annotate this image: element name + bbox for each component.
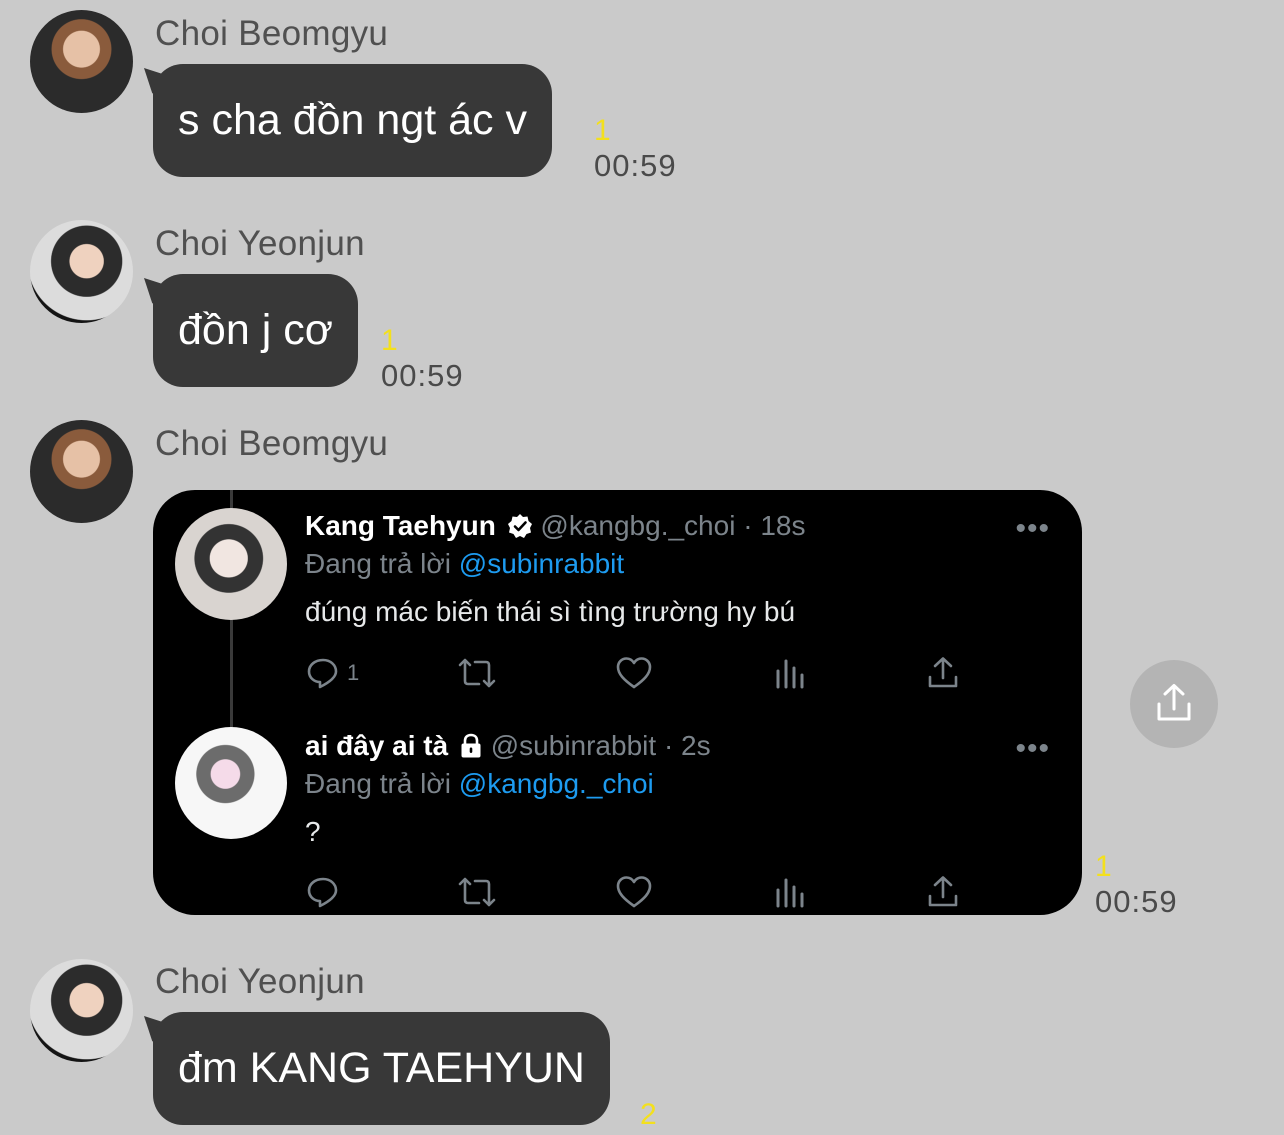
tweet-author-name: Kang Taehyun [305,510,496,541]
sender-name: Choi Yeonjun [155,962,365,1001]
message-bubble[interactable]: s cha đồn ngt ác v [153,64,552,177]
tweet-avatar[interactable] [175,727,287,839]
message-time: 00:59 [1095,884,1178,919]
tweet-text: đúng mác biến thái sì tìng trường hy bú [305,596,796,627]
tweet-age: 2s [681,730,711,761]
like-button[interactable] [615,872,653,912]
replying-to: Đang trả lời @kangbg._choi [305,768,654,800]
tweet-screenshot[interactable]: Kang Taehyun @kangbg._choi · 18s ••• Đan… [153,490,1082,915]
tweet-header: ai đây ai tà @subinrabbit · 2s [305,730,711,766]
retweet-button[interactable] [457,653,497,693]
tweet-actions: 1 [305,653,965,693]
avatar[interactable] [30,959,133,1062]
like-button[interactable] [615,653,653,693]
message-time: 00:59 [594,148,677,183]
analytics-icon [773,655,807,691]
analytics-button[interactable] [773,872,807,912]
unread-count: 2 [640,1098,657,1131]
avatar[interactable] [30,220,133,323]
more-options-icon[interactable]: ••• [1015,732,1050,766]
verified-icon [507,513,533,546]
tweet-avatar[interactable] [175,508,287,620]
unread-count: 1 [1095,850,1112,883]
replying-to: Đang trả lời @subinrabbit [305,548,624,580]
retweet-icon [457,655,497,691]
retweet-icon [457,874,497,910]
like-icon [615,874,653,910]
forward-button[interactable] [1130,660,1218,748]
reply-icon [305,655,341,691]
tweet-header: Kang Taehyun @kangbg._choi · 18s [305,510,805,546]
message-time: 00:59 [381,358,464,393]
reply-icon [305,874,341,910]
tweet-handle: @kangbg._choi [540,510,736,541]
like-icon [615,655,653,691]
unread-count: 1 [594,114,611,147]
replying-to-label: Đang trả lời [305,548,451,579]
reply-button[interactable] [305,872,341,912]
tweet-author-name: ai đây ai tà [305,730,449,761]
mention-link[interactable]: @kangbg._choi [459,768,654,799]
analytics-button[interactable] [773,653,807,693]
tweet-actions [305,872,965,912]
lock-icon [459,733,483,766]
tweet-separator: · [743,510,761,541]
sender-name: Choi Beomgyu [155,424,389,463]
message-bubble[interactable]: đm KANG TAEHYUN [153,1012,610,1125]
unread-count: 1 [381,324,398,357]
share-button[interactable] [925,653,961,693]
more-options-icon[interactable]: ••• [1015,512,1050,546]
tweet-text: ? [305,816,321,847]
reply-button[interactable]: 1 [305,653,359,693]
replying-to-label: Đang trả lời [305,768,451,799]
sender-name: Choi Beomgyu [155,14,389,53]
retweet-button[interactable] [457,872,497,912]
mention-link[interactable]: @subinrabbit [459,548,624,579]
share-icon [925,655,961,691]
tweet-separator: · [663,730,682,761]
tweet-age: 18s [760,510,806,541]
reply-count: 1 [347,660,360,685]
share-button[interactable] [925,872,961,912]
tweet-handle: @subinrabbit [490,730,657,761]
avatar[interactable] [30,10,133,113]
share-icon [925,874,961,910]
message-bubble[interactable]: đồn j cơ [153,274,358,387]
share-icon [1153,682,1195,729]
sender-name: Choi Yeonjun [155,224,365,263]
analytics-icon [773,874,807,910]
avatar[interactable] [30,420,133,523]
